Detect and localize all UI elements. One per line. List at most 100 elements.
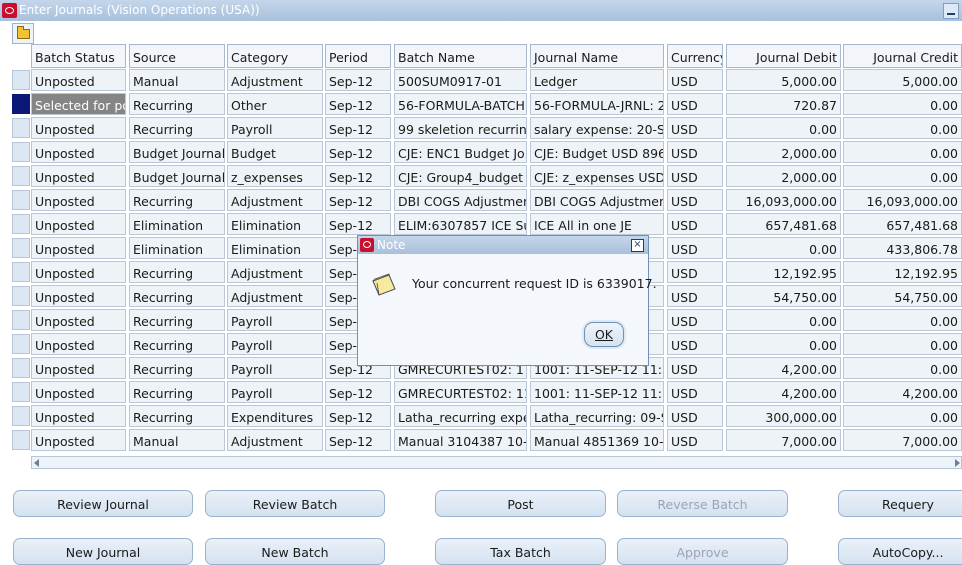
horizontal-scrollbar[interactable] xyxy=(31,456,962,469)
cell-category[interactable]: Adjustment xyxy=(227,285,323,307)
cell-journal[interactable]: salary expense: 20-SE xyxy=(530,117,664,139)
cell-status[interactable]: Unposted xyxy=(31,429,126,451)
cell-category[interactable]: Payroll xyxy=(227,381,323,403)
cell-currency[interactable]: USD xyxy=(667,429,723,451)
cell-credit[interactable]: 0.00 xyxy=(843,165,962,187)
cell-batch[interactable]: CJE: ENC1 Budget Jo xyxy=(394,141,527,163)
row-selector[interactable] xyxy=(12,166,30,186)
cell-status[interactable]: Unposted xyxy=(31,333,126,355)
cell-debit[interactable]: 54,750.00 xyxy=(726,285,841,307)
cell-currency[interactable]: USD xyxy=(667,117,723,139)
cell-debit[interactable]: 0.00 xyxy=(726,237,841,259)
row-selector[interactable] xyxy=(12,262,30,282)
row-selector[interactable] xyxy=(12,214,30,234)
cell-source[interactable]: Recurring xyxy=(129,93,225,115)
cell-batch[interactable]: 500SUM0917-01 xyxy=(394,69,527,91)
cell-currency[interactable]: USD xyxy=(667,357,723,379)
cell-credit[interactable]: 0.00 xyxy=(843,309,962,331)
new-batch-button[interactable]: New Batch xyxy=(205,538,385,565)
cell-currency[interactable]: USD xyxy=(667,261,723,283)
cell-source[interactable]: Budget Journal xyxy=(129,165,225,187)
row-selector[interactable] xyxy=(12,406,30,426)
cell-status[interactable]: Unposted xyxy=(31,261,126,283)
cell-credit[interactable]: 5,000.00 xyxy=(843,69,962,91)
requery-button[interactable]: Requery xyxy=(838,490,962,517)
table-row[interactable]: Unposted Recurring Expenditures Sep-12 Latha… xyxy=(0,404,962,428)
cell-status[interactable]: Unposted xyxy=(31,189,126,211)
column-header-journal[interactable]: Journal Name xyxy=(530,44,664,68)
minimize-icon[interactable] xyxy=(943,3,959,19)
cell-journal[interactable]: CJE: Budget USD 896 xyxy=(530,141,664,163)
cell-status[interactable]: Unposted xyxy=(31,405,126,427)
column-header-debit[interactable]: Journal Debit xyxy=(726,44,841,68)
row-selector[interactable] xyxy=(12,382,30,402)
cell-debit[interactable]: 0.00 xyxy=(726,117,841,139)
cell-debit[interactable]: 720.87 xyxy=(726,93,841,115)
scroll-left-icon[interactable] xyxy=(34,459,39,467)
table-row[interactable]: Unposted Recurring Payroll Sep-12 99 skeleti… xyxy=(0,116,962,140)
cell-batch[interactable]: CJE: Group4_budget b xyxy=(394,165,527,187)
cell-period[interactable]: Sep-12 xyxy=(325,429,391,451)
cell-period[interactable]: Sep-12 xyxy=(325,213,391,235)
cell-source[interactable]: Recurring xyxy=(129,357,225,379)
cell-journal[interactable]: 1001: 11-SEP-12 11:3 xyxy=(530,381,664,403)
cell-credit[interactable]: 12,192.95 xyxy=(843,261,962,283)
cell-currency[interactable]: USD xyxy=(667,381,723,403)
cell-source[interactable]: Manual xyxy=(129,429,225,451)
column-header-batch[interactable]: Batch Name xyxy=(394,44,527,68)
cell-debit[interactable]: 300,000.00 xyxy=(726,405,841,427)
cell-source[interactable]: Recurring xyxy=(129,405,225,427)
cell-credit[interactable]: 0.00 xyxy=(843,141,962,163)
cell-source[interactable]: Budget Journal xyxy=(129,141,225,163)
cell-status[interactable]: Unposted xyxy=(31,141,126,163)
cell-status[interactable]: Unposted xyxy=(31,309,126,331)
cell-debit[interactable]: 7,000.00 xyxy=(726,429,841,451)
cell-source[interactable]: Recurring xyxy=(129,309,225,331)
row-selector[interactable] xyxy=(12,238,30,258)
row-selector[interactable] xyxy=(12,118,30,138)
cell-category[interactable]: Elimination xyxy=(227,213,323,235)
cell-status[interactable]: Unposted xyxy=(31,117,126,139)
column-header-period[interactable]: Period xyxy=(325,44,391,68)
cell-period[interactable]: Sep-12 xyxy=(325,189,391,211)
cell-status[interactable]: Unposted xyxy=(31,357,126,379)
cell-credit[interactable]: 16,093,000.00 xyxy=(843,189,962,211)
cell-debit[interactable]: 16,093,000.00 xyxy=(726,189,841,211)
table-row[interactable]: Unposted Recurring Adjustment Sep-12 DBI COG… xyxy=(0,188,962,212)
table-row[interactable]: Selected for postingRecurringOtherSep-12… xyxy=(0,92,962,116)
cell-credit[interactable]: 0.00 xyxy=(843,357,962,379)
post-button[interactable]: Post xyxy=(435,490,606,517)
row-selector[interactable] xyxy=(12,70,30,90)
cell-category[interactable]: Adjustment xyxy=(227,189,323,211)
cell-category[interactable]: z_expenses xyxy=(227,165,323,187)
cell-journal[interactable]: Ledger xyxy=(530,69,664,91)
cell-source[interactable]: Recurring xyxy=(129,381,225,403)
cell-credit[interactable]: 4,200.00 xyxy=(843,381,962,403)
cell-period[interactable]: Sep-12 xyxy=(325,93,391,115)
row-selector[interactable] xyxy=(12,94,30,114)
cell-batch[interactable]: GMRECURTEST02: 11 xyxy=(394,381,527,403)
table-row[interactable]: Unposted Manual Adjustment Sep-12 500SUM0917… xyxy=(0,68,962,92)
cell-journal[interactable]: DBI COGS Adjustment xyxy=(530,189,664,211)
cell-batch[interactable]: Manual 3104387 10-SE xyxy=(394,429,527,451)
cell-journal[interactable]: CJE: z_expenses USD xyxy=(530,165,664,187)
cell-batch[interactable]: ELIM:6307857 ICE Su xyxy=(394,213,527,235)
cell-category[interactable]: Budget xyxy=(227,141,323,163)
cell-journal[interactable]: Latha_recurring: 09-SE xyxy=(530,405,664,427)
cell-period[interactable]: Sep-12 xyxy=(325,117,391,139)
cell-status[interactable]: Unposted xyxy=(31,381,126,403)
row-selector[interactable] xyxy=(12,430,30,450)
row-selector[interactable] xyxy=(12,142,30,162)
column-header-category[interactable]: Category xyxy=(227,44,323,68)
cell-currency[interactable]: USD xyxy=(667,69,723,91)
cell-debit[interactable]: 5,000.00 xyxy=(726,69,841,91)
cell-status[interactable]: Selected for posting xyxy=(31,93,126,115)
cell-source[interactable]: Recurring xyxy=(129,189,225,211)
column-header-source[interactable]: Source xyxy=(129,44,225,68)
cell-category[interactable]: Expenditures xyxy=(227,405,323,427)
cell-category[interactable]: Adjustment xyxy=(227,429,323,451)
cell-period[interactable]: Sep-12 xyxy=(325,405,391,427)
cell-debit[interactable]: 12,192.95 xyxy=(726,261,841,283)
cell-source[interactable]: Recurring xyxy=(129,285,225,307)
column-header-currency[interactable]: Currency xyxy=(667,44,723,68)
